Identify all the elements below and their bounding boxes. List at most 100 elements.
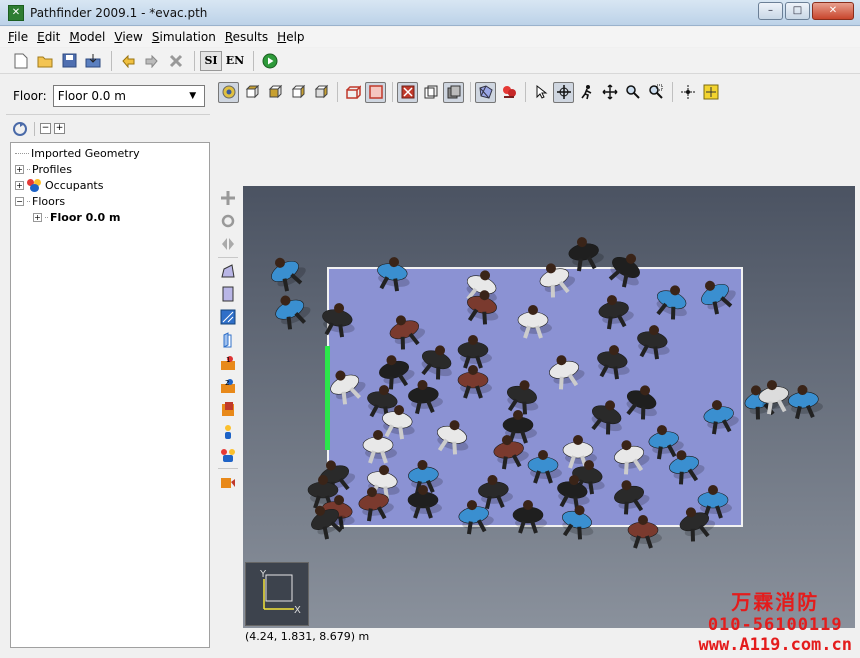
tree-item-floors[interactable]: − Floors xyxy=(11,193,209,209)
expand-all-icon[interactable]: + xyxy=(54,123,65,134)
open-folder-icon[interactable] xyxy=(34,50,56,72)
zoom-box-tool-icon[interactable] xyxy=(645,82,666,103)
occupant-figure[interactable] xyxy=(270,288,315,332)
occupant-figure[interactable] xyxy=(407,485,442,519)
en-units-button[interactable]: EN xyxy=(224,51,246,71)
reset-view-icon[interactable] xyxy=(677,82,698,103)
floor-dropdown[interactable]: Floor 0.0 m ▼ xyxy=(52,85,205,107)
occupant-figure[interactable] xyxy=(374,255,413,293)
import-icon[interactable] xyxy=(82,50,104,72)
expand-icon[interactable]: + xyxy=(33,212,42,222)
occupant-figure[interactable] xyxy=(376,350,417,391)
occupant-figure[interactable] xyxy=(594,343,633,381)
add-exit-icon[interactable] xyxy=(217,399,239,419)
back-view-icon[interactable] xyxy=(310,82,331,103)
top-view-icon[interactable] xyxy=(241,82,262,103)
occupant-figure[interactable] xyxy=(407,378,444,415)
add-occupant-icon[interactable] xyxy=(217,422,239,442)
occupant-figure[interactable] xyxy=(611,435,652,476)
occupant-figure[interactable] xyxy=(319,301,358,339)
menu-results[interactable]: Results xyxy=(225,30,268,44)
select-tool-icon[interactable] xyxy=(530,82,551,103)
tree-item-imported-geometry[interactable]: Imported Geometry xyxy=(11,145,209,161)
tree-item-profiles[interactable]: + Profiles xyxy=(11,161,209,177)
save-icon[interactable] xyxy=(58,50,80,72)
occupant-figure[interactable] xyxy=(558,501,599,542)
occupant-figure[interactable] xyxy=(651,281,694,324)
add-occupants-group-icon[interactable]: 2 xyxy=(217,376,239,396)
mirror-tool-icon[interactable] xyxy=(217,234,239,254)
occupant-figure[interactable] xyxy=(695,272,741,318)
show-navmesh-icon[interactable] xyxy=(475,81,496,103)
menu-help[interactable]: Help xyxy=(277,30,304,44)
si-units-button[interactable]: SI xyxy=(200,50,222,71)
add-door-icon[interactable] xyxy=(217,330,239,350)
collapse-all-icon[interactable]: − xyxy=(40,123,51,134)
occupant-figure[interactable] xyxy=(566,234,605,272)
show-walls-icon[interactable] xyxy=(342,82,363,103)
menu-view[interactable]: View xyxy=(114,30,142,44)
expand-icon[interactable]: + xyxy=(15,164,24,174)
solid-view-icon[interactable] xyxy=(443,81,464,103)
occupant-figure[interactable] xyxy=(701,397,740,435)
run-simulation-icon[interactable] xyxy=(259,50,281,72)
redo-icon[interactable] xyxy=(141,50,163,72)
orbit-tool-icon[interactable] xyxy=(553,81,574,103)
delete-icon[interactable] xyxy=(165,50,187,72)
occupant-figure[interactable] xyxy=(512,500,547,534)
add-occupant-group-icon[interactable] xyxy=(217,445,239,465)
minimize-button[interactable]: – xyxy=(758,2,783,20)
add-room-icon[interactable] xyxy=(217,261,239,281)
perspective-view-icon[interactable] xyxy=(218,81,239,103)
occupant-figure[interactable] xyxy=(362,430,397,464)
menu-edit[interactable]: Edit xyxy=(37,30,60,44)
wireframe-icon[interactable] xyxy=(420,82,441,103)
pan-tool-icon[interactable] xyxy=(599,82,620,103)
tree-item-occupants[interactable]: + Occupants xyxy=(11,177,209,193)
occupant-figure[interactable] xyxy=(416,341,459,384)
occupant-figure[interactable] xyxy=(627,515,662,549)
occupant-figure[interactable] xyxy=(604,247,650,293)
occupant-figure[interactable] xyxy=(535,257,578,300)
occupant-figure[interactable] xyxy=(385,309,428,352)
tree-item-floor-0[interactable]: + Floor 0.0 m xyxy=(11,209,209,225)
close-button[interactable]: ✕ xyxy=(812,2,854,20)
rotate-tool-icon[interactable] xyxy=(217,211,239,231)
chevron-down-icon[interactable]: ▼ xyxy=(185,88,201,104)
occupant-figure[interactable] xyxy=(503,376,544,417)
maximize-button[interactable]: □ xyxy=(785,2,810,20)
show-obstructions-icon[interactable] xyxy=(397,81,418,103)
occupant-figure[interactable] xyxy=(457,365,492,399)
occupant-figure[interactable] xyxy=(621,381,664,424)
occupant-figure[interactable] xyxy=(457,335,492,369)
occupant-figure[interactable] xyxy=(634,323,673,361)
add-camera-icon[interactable] xyxy=(217,472,239,492)
occupant-figure[interactable] xyxy=(546,350,587,391)
side-view-icon[interactable] xyxy=(287,82,308,103)
occupant-figure[interactable] xyxy=(265,249,311,295)
occupant-figure[interactable] xyxy=(787,383,824,420)
3d-viewport[interactable]: Y X xyxy=(243,186,855,628)
occupant-figure[interactable] xyxy=(596,292,635,330)
new-file-icon[interactable] xyxy=(10,50,32,72)
undo-icon[interactable] xyxy=(117,50,139,72)
add-rect-room-icon[interactable] xyxy=(217,284,239,304)
show-occupants-icon[interactable] xyxy=(498,82,519,103)
front-view-icon[interactable] xyxy=(264,82,285,103)
menu-file[interactable]: File xyxy=(8,30,28,44)
sync-view-icon[interactable] xyxy=(12,121,28,137)
show-rooms-icon[interactable] xyxy=(365,81,386,103)
occupant-figure[interactable] xyxy=(517,305,552,339)
collapse-icon[interactable]: − xyxy=(15,196,24,206)
occupant-figure[interactable] xyxy=(527,450,562,484)
move-tool-icon[interactable] xyxy=(217,188,239,208)
occupant-figure[interactable] xyxy=(325,363,370,407)
menu-simulation[interactable]: Simulation xyxy=(152,30,216,44)
occupant-figure[interactable] xyxy=(433,416,474,457)
zoom-extents-icon[interactable] xyxy=(700,82,721,103)
walk-tool-icon[interactable] xyxy=(576,82,597,103)
zoom-tool-icon[interactable] xyxy=(622,82,643,103)
add-stair-icon[interactable] xyxy=(217,307,239,327)
occupant-figure[interactable] xyxy=(586,396,629,439)
occupant-figure[interactable] xyxy=(611,475,652,516)
